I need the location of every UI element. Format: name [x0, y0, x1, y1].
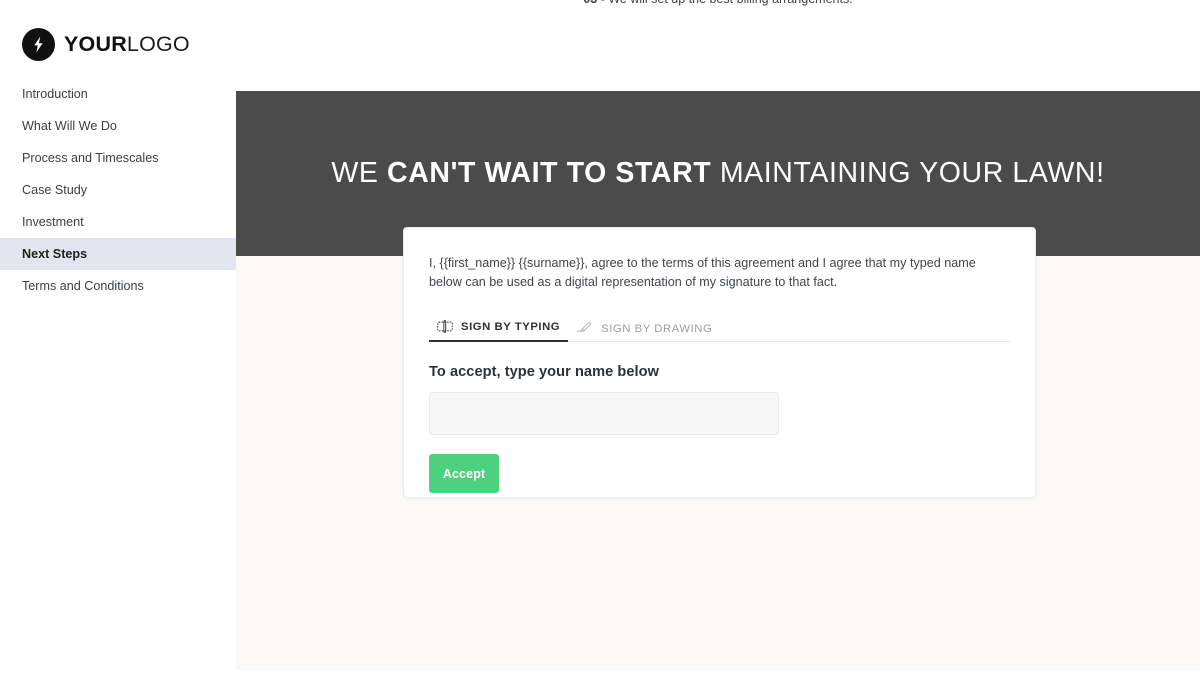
sidebar-item-label: Investment	[22, 214, 84, 229]
sidebar-item-investment[interactable]: Investment	[0, 206, 236, 238]
logo[interactable]: YOURLOGO	[0, 0, 236, 62]
sidebar-item-what-will-we-do[interactable]: What Will We Do	[0, 110, 236, 142]
logo-text: YOURLOGO	[64, 31, 190, 56]
logo-text-light: LOGO	[126, 31, 190, 56]
sidebar-item-label: Next Steps	[22, 246, 88, 261]
tab-label: SIGN BY TYPING	[461, 320, 561, 333]
sidebar-item-label: Case Study	[22, 182, 88, 197]
sidebar-item-introduction[interactable]: Introduction	[0, 78, 236, 110]
signature-name-input[interactable]	[429, 392, 779, 435]
page-title-trail: MAINTAINING YOUR LAWN!	[711, 157, 1105, 189]
sidebar-item-case-study[interactable]: Case Study	[0, 174, 236, 206]
tab-sign-by-typing[interactable]: SIGN BY TYPING	[429, 320, 569, 342]
logo-text-bold: YOUR	[64, 31, 127, 56]
sidebar-item-next-steps[interactable]: Next Steps	[0, 238, 236, 270]
page-canvas: 03 - We will set up the best billing arr…	[236, 0, 1200, 685]
page-title: WE CAN'T WAIT TO START MAINTAINING YOUR …	[331, 157, 1104, 190]
page-title-lead: WE	[331, 157, 388, 189]
main-content: 03 - We will set up the best billing arr…	[236, 0, 1200, 685]
sidebar-item-label: Terms and Conditions	[22, 278, 144, 293]
previous-section-number: 03	[583, 0, 597, 6]
lightning-bolt-icon	[22, 28, 55, 61]
signature-card: I, {{first_name}} {{surname}}, agree to …	[403, 227, 1036, 498]
pen-signature-icon	[576, 322, 593, 335]
previous-section-separator: -	[597, 0, 608, 6]
sidebar-nav: Introduction What Will We Do Process and…	[0, 78, 236, 302]
keyboard-icon	[437, 320, 453, 333]
tab-sign-by-drawing[interactable]: SIGN BY DRAWING	[568, 322, 720, 342]
form-heading: To accept, type your name below	[429, 364, 659, 380]
previous-section-text: We will set up the best billing arrangem…	[608, 0, 852, 6]
sidebar-item-terms-and-conditions[interactable]: Terms and Conditions	[0, 270, 236, 302]
page-bottom-spacer	[236, 670, 1200, 685]
agreement-text: I, {{first_name}} {{surname}}, agree to …	[429, 256, 976, 289]
sidebar-item-label: Introduction	[22, 86, 88, 101]
sidebar-item-label: Process and Timescales	[22, 150, 159, 165]
sidebar: YOURLOGO Introduction What Will We Do Pr…	[0, 0, 236, 685]
previous-section-line: 03 - We will set up the best billing arr…	[236, 0, 1200, 6]
signature-tabs: SIGN BY TYPING SIGN BY DRAWING	[429, 313, 1010, 342]
accept-button[interactable]: Accept	[429, 454, 499, 493]
proposal-page: YOURLOGO Introduction What Will We Do Pr…	[0, 0, 1200, 685]
tab-label: SIGN BY DRAWING	[601, 322, 713, 335]
previous-section-remnant: 03 - We will set up the best billing arr…	[236, 0, 1200, 91]
sidebar-item-label: What Will We Do	[22, 118, 117, 133]
sidebar-item-process-and-timescales[interactable]: Process and Timescales	[0, 142, 236, 174]
page-title-emphasis: CAN'T WAIT TO START	[387, 157, 712, 189]
